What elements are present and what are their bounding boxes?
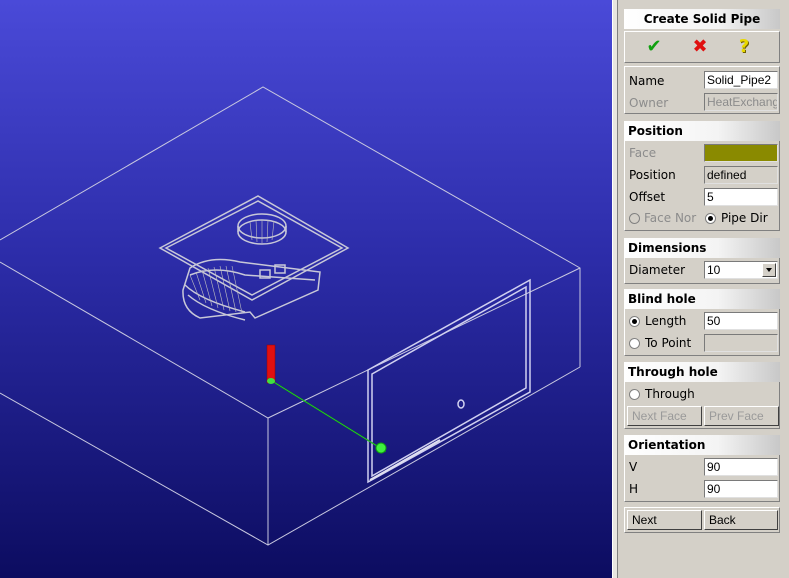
action-toolbar: ✔ ✖ ? (624, 31, 780, 63)
to-point-radio[interactable] (629, 338, 640, 349)
position-header: Position (624, 121, 780, 141)
panel-title: Create Solid Pipe (624, 9, 780, 29)
pipe-dir-radio[interactable] (705, 213, 716, 224)
face-panel (367, 278, 531, 484)
position-group: Face Position defined Offset 5 Face Nor … (624, 141, 780, 231)
pcb-board-component (158, 195, 350, 321)
h-label: H (629, 482, 639, 496)
face-color-swatch[interactable] (704, 144, 778, 162)
length-field[interactable]: 50 (704, 312, 778, 330)
position-label: Position (629, 168, 676, 182)
face-nor-radio (629, 213, 640, 224)
model-wireframe (0, 86, 581, 546)
name-field[interactable]: Solid_Pipe2 (704, 71, 778, 89)
blind-hole-header: Blind hole (624, 289, 780, 309)
name-owner-group: Name Solid_Pipe2 Owner HeatExchange (624, 66, 780, 114)
pcb-heatsink-fins (189, 219, 275, 314)
through-hole-header: Through hole (624, 362, 780, 382)
enclosure-box (0, 86, 581, 546)
chevron-down-icon[interactable] (762, 263, 776, 277)
x-icon[interactable]: ✖ (689, 36, 711, 58)
v-field[interactable]: 90 (704, 458, 778, 476)
owner-field: HeatExchange (704, 93, 778, 111)
name-label: Name (629, 74, 665, 88)
check-icon[interactable]: ✔ (643, 36, 665, 58)
pipe-dir-label: Pipe Dir (721, 211, 768, 225)
3d-viewport[interactable] (0, 0, 612, 578)
navigation-group: Next Back (624, 507, 780, 533)
next-face-button[interactable]: Next Face (627, 406, 702, 426)
position-field: defined (704, 166, 778, 184)
through-hole-group: Through Next Face Prev Face (624, 382, 780, 429)
next-button[interactable]: Next (627, 510, 702, 530)
orientation-group: V 90 H 90 (624, 455, 780, 502)
dimensions-header: Dimensions (624, 238, 780, 258)
prev-face-button[interactable]: Prev Face (704, 406, 779, 426)
z-axis-red (266, 344, 276, 384)
offset-label: Offset (629, 190, 666, 204)
length-label: Length (645, 314, 687, 328)
orientation-header: Orientation (624, 435, 780, 455)
to-point-label: To Point (645, 336, 692, 350)
diameter-dropdown[interactable]: 10 (704, 261, 778, 279)
create-solid-pipe-panel: Create Solid Pipe ✔ ✖ ? Name Solid_Pipe2… (618, 0, 789, 578)
length-radio[interactable] (629, 316, 640, 327)
back-button[interactable]: Back (704, 510, 778, 530)
v-label: V (629, 460, 638, 474)
through-label: Through (645, 387, 695, 401)
to-point-field (704, 334, 778, 352)
offset-field[interactable]: 5 (704, 188, 778, 206)
blind-hole-group: Length 50 To Point (624, 309, 780, 356)
diameter-value: 10 (707, 263, 721, 277)
face-label: Face (629, 146, 657, 160)
question-icon[interactable]: ? (733, 36, 755, 58)
face-nor-label: Face Nor (644, 211, 697, 225)
h-field[interactable]: 90 (704, 480, 778, 498)
dimensions-group: Diameter 10 (624, 258, 780, 284)
owner-label: Owner (629, 96, 669, 110)
through-radio[interactable] (629, 389, 640, 400)
diameter-label: Diameter (629, 263, 686, 277)
